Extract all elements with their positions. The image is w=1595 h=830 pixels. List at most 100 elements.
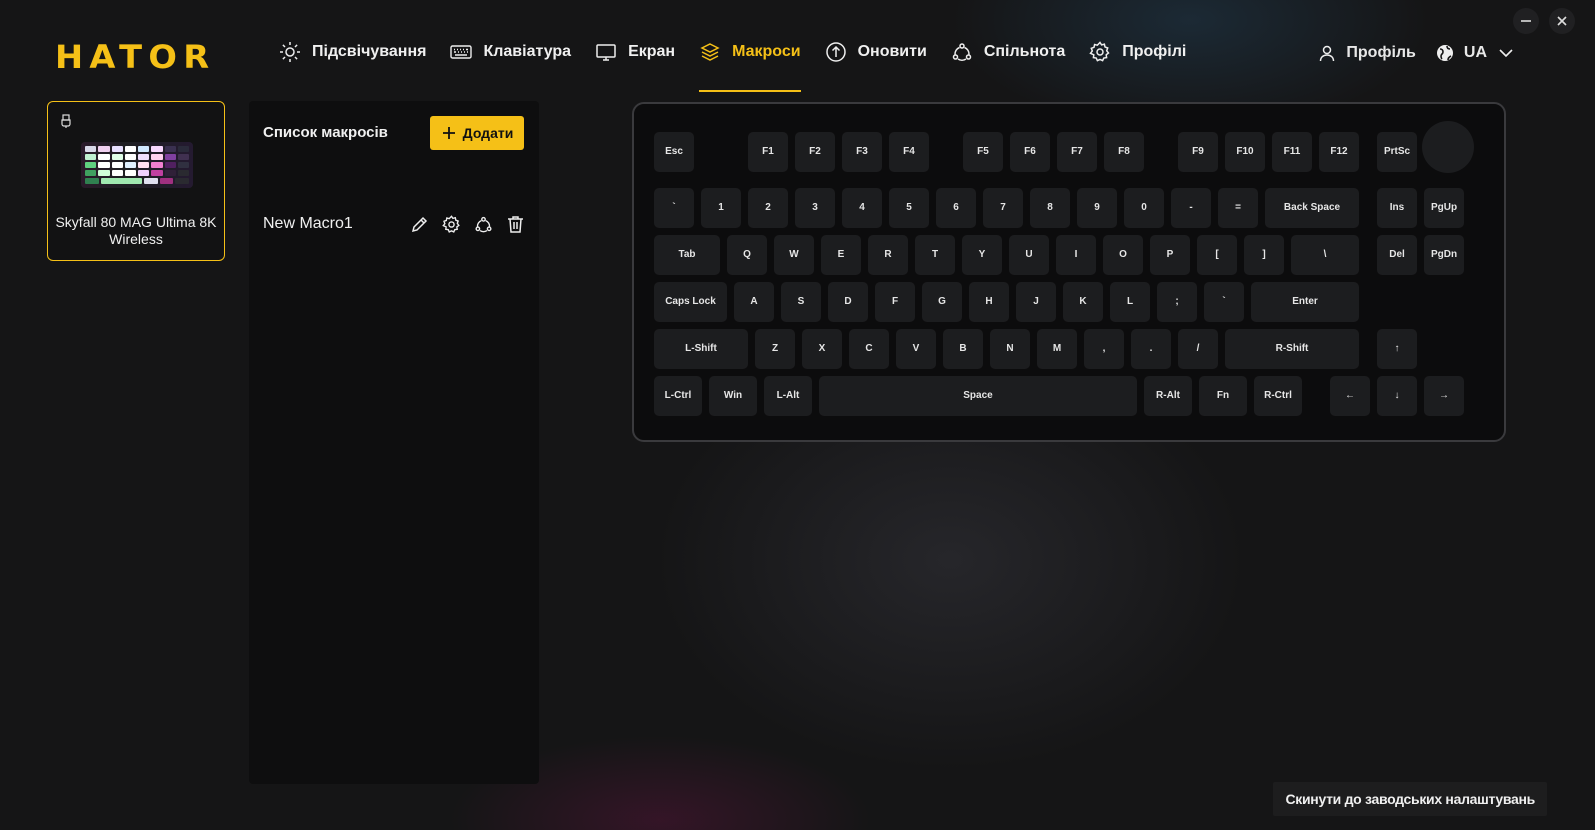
key-1-2[interactable]: 2 (748, 188, 788, 228)
key-4-10[interactable]: / (1178, 329, 1218, 369)
key-1-0[interactable]: ` (654, 188, 694, 228)
key-4-8[interactable]: , (1084, 329, 1124, 369)
key-3-3[interactable]: D (828, 282, 868, 322)
key-4-11[interactable]: R-Shift (1225, 329, 1359, 369)
key-5-6[interactable]: R-Ctrl (1254, 376, 1302, 416)
key-3-5[interactable]: G (922, 282, 962, 322)
key-2-2[interactable]: W (774, 235, 814, 275)
key-1-10[interactable]: 0 (1124, 188, 1164, 228)
key-2-1[interactable]: Q (727, 235, 767, 275)
key-3-11[interactable]: ` (1204, 282, 1244, 322)
key-3-1[interactable]: A (734, 282, 774, 322)
add-macro-button[interactable]: Додати (430, 116, 524, 150)
key-5-0[interactable]: L-Ctrl (654, 376, 702, 416)
key-5-3[interactable]: Space (819, 376, 1137, 416)
edit-macro-button[interactable] (410, 215, 429, 234)
key-3-2[interactable]: S (781, 282, 821, 322)
key-2-12[interactable]: ] (1244, 235, 1284, 275)
macro-list-item[interactable]: New Macro1 (263, 209, 525, 239)
key-4-6[interactable]: N (990, 329, 1030, 369)
key-2-14[interactable]: Del (1377, 235, 1417, 275)
key-2-13[interactable]: \ (1291, 235, 1359, 275)
key-3-0[interactable]: Caps Lock (654, 282, 727, 322)
close-button[interactable] (1549, 8, 1575, 34)
key-0-2[interactable]: F2 (795, 132, 835, 172)
key-4-12[interactable]: ↑ (1377, 329, 1417, 369)
key-1-8[interactable]: 8 (1030, 188, 1070, 228)
key-4-4[interactable]: V (896, 329, 936, 369)
key-0-1[interactable]: F1 (748, 132, 788, 172)
key-0-12[interactable]: F12 (1319, 132, 1359, 172)
key-3-8[interactable]: K (1063, 282, 1103, 322)
key-5-5[interactable]: Fn (1199, 376, 1247, 416)
key-2-6[interactable]: Y (962, 235, 1002, 275)
key-4-9[interactable]: . (1131, 329, 1171, 369)
key-0-3[interactable]: F3 (842, 132, 882, 172)
key-0-7[interactable]: F7 (1057, 132, 1097, 172)
key-2-9[interactable]: O (1103, 235, 1143, 275)
key-1-14[interactable]: Ins (1377, 188, 1417, 228)
key-1-12[interactable]: = (1218, 188, 1258, 228)
share-macro-button[interactable] (474, 215, 493, 234)
key-2-5[interactable]: T (915, 235, 955, 275)
key-0-9[interactable]: F9 (1178, 132, 1218, 172)
delete-macro-button[interactable] (506, 215, 525, 234)
key-2-4[interactable]: R (868, 235, 908, 275)
key-1-7[interactable]: 7 (983, 188, 1023, 228)
key-5-2[interactable]: L-Alt (764, 376, 812, 416)
key-1-9[interactable]: 9 (1077, 188, 1117, 228)
key-0-6[interactable]: F6 (1010, 132, 1050, 172)
nav-keyboard[interactable]: Клавіатура (450, 40, 571, 92)
key-3-4[interactable]: F (875, 282, 915, 322)
macro-settings-button[interactable] (442, 214, 461, 234)
key-1-3[interactable]: 3 (795, 188, 835, 228)
key-3-12[interactable]: Enter (1251, 282, 1359, 322)
key-1-4[interactable]: 4 (842, 188, 882, 228)
profile-button[interactable]: Профіль (1318, 44, 1416, 62)
key-2-0[interactable]: Tab (654, 235, 720, 275)
key-5-8[interactable]: ↓ (1377, 376, 1417, 416)
key-4-7[interactable]: M (1037, 329, 1077, 369)
key-5-7[interactable]: ← (1330, 376, 1370, 416)
key-0-5[interactable]: F5 (963, 132, 1003, 172)
key-0-13[interactable]: PrtSc (1377, 132, 1417, 172)
nav-screen[interactable]: Екран (595, 40, 675, 92)
key-4-1[interactable]: Z (755, 329, 795, 369)
nav-update[interactable]: Оновити (825, 40, 927, 92)
key-1-15[interactable]: PgUp (1424, 188, 1464, 228)
key-3-6[interactable]: H (969, 282, 1009, 322)
key-5-1[interactable]: Win (709, 376, 757, 416)
device-card[interactable]: Skyfall 80 MAG Ultima 8K Wireless (47, 101, 225, 261)
key-5-4[interactable]: R-Alt (1144, 376, 1192, 416)
key-3-7[interactable]: J (1016, 282, 1056, 322)
key-2-15[interactable]: PgDn (1424, 235, 1464, 275)
nav-macros[interactable]: Макроси (699, 40, 801, 92)
key-1-6[interactable]: 6 (936, 188, 976, 228)
key-0-11[interactable]: F11 (1272, 132, 1312, 172)
key-1-5[interactable]: 5 (889, 188, 929, 228)
key-4-5[interactable]: B (943, 329, 983, 369)
reset-to-factory-button[interactable]: Скинути до заводських налаштувань (1273, 782, 1547, 816)
nav-profiles[interactable]: Профілі (1089, 40, 1186, 92)
key-3-10[interactable]: ; (1157, 282, 1197, 322)
key-3-9[interactable]: L (1110, 282, 1150, 322)
key-4-3[interactable]: C (849, 329, 889, 369)
nav-community[interactable]: Спільнота (951, 40, 1065, 92)
key-1-13[interactable]: Back Space (1265, 188, 1359, 228)
key-1-1[interactable]: 1 (701, 188, 741, 228)
minimize-button[interactable] (1513, 8, 1539, 34)
key-1-11[interactable]: - (1171, 188, 1211, 228)
key-0-10[interactable]: F10 (1225, 132, 1265, 172)
key-4-2[interactable]: X (802, 329, 842, 369)
key-0-8[interactable]: F8 (1104, 132, 1144, 172)
language-selector[interactable]: UA (1436, 44, 1515, 62)
volume-knob[interactable] (1422, 121, 1474, 173)
key-2-8[interactable]: I (1056, 235, 1096, 275)
key-2-10[interactable]: P (1150, 235, 1190, 275)
key-2-11[interactable]: [ (1197, 235, 1237, 275)
key-2-3[interactable]: E (821, 235, 861, 275)
key-0-4[interactable]: F4 (889, 132, 929, 172)
key-4-0[interactable]: L-Shift (654, 329, 748, 369)
key-2-7[interactable]: U (1009, 235, 1049, 275)
key-0-0[interactable]: Esc (654, 132, 694, 172)
